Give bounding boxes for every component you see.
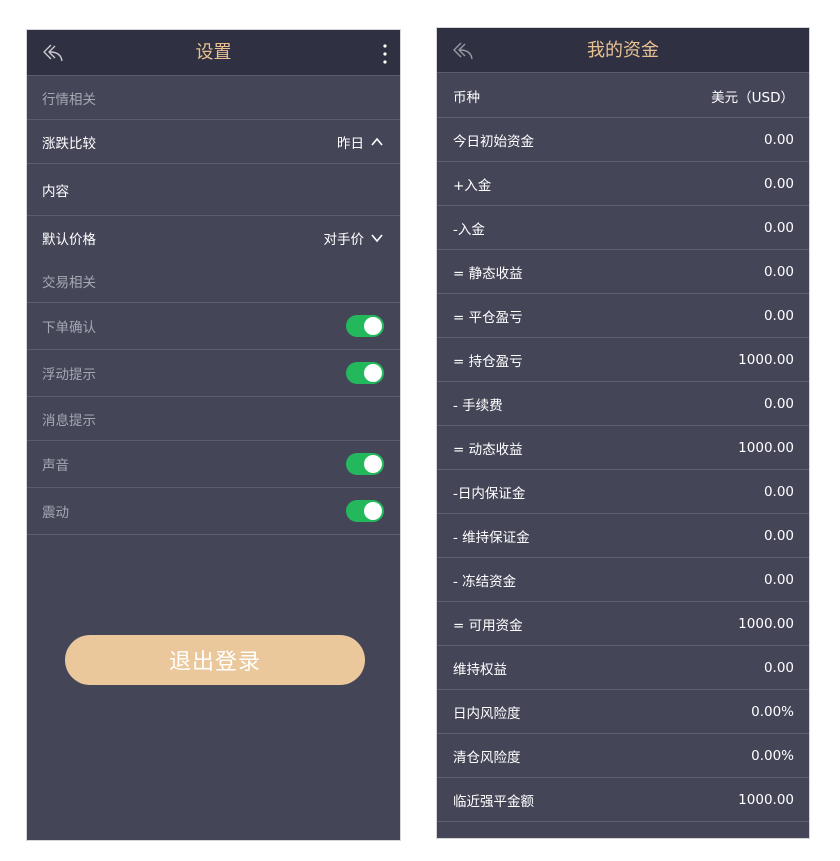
order-confirm-row: 下单确认 bbox=[27, 303, 400, 350]
fund-label: -入金 bbox=[453, 222, 485, 238]
fund-value: 0.00 bbox=[763, 132, 794, 148]
funds-header: 我的资金 bbox=[437, 28, 809, 73]
fund-value: 0.00% bbox=[751, 748, 794, 764]
list-item: 今日初始资金 0.00 bbox=[437, 118, 809, 162]
toggle-knob bbox=[364, 502, 382, 520]
chevron-down-icon[interactable] bbox=[370, 231, 384, 245]
list-item: 清仓风险度 0.00% bbox=[437, 734, 809, 778]
toggle-knob bbox=[364, 455, 382, 473]
list-item: 日内风险度 0.00% bbox=[437, 690, 809, 734]
fund-value: 1000.00 bbox=[738, 792, 794, 808]
fund-value: 0.00 bbox=[763, 528, 794, 544]
fund-value: 0.00 bbox=[763, 176, 794, 192]
fund-label: - 手续费 bbox=[453, 398, 503, 414]
fund-value: 0.00 bbox=[763, 484, 794, 500]
sound-label: 声音 bbox=[42, 458, 69, 474]
fund-label: 维持权益 bbox=[453, 662, 507, 678]
list-item: -入金 0.00 bbox=[437, 206, 809, 250]
list-item: 临近强平金额 1000.00 bbox=[437, 778, 809, 822]
fund-label: 日内风险度 bbox=[453, 706, 521, 722]
order-confirm-toggle[interactable] bbox=[346, 315, 384, 337]
section-header-trade: 交易相关 bbox=[27, 260, 400, 303]
vibrate-label: 震动 bbox=[42, 505, 69, 521]
change-compare-value: 昨日 bbox=[337, 135, 364, 152]
change-compare-row[interactable]: 涨跌比较 昨日 bbox=[27, 120, 400, 164]
fund-value: 0.00 bbox=[763, 396, 794, 412]
change-compare-label: 涨跌比较 bbox=[42, 135, 96, 152]
fund-value: 1000.00 bbox=[738, 616, 794, 632]
fund-label: = 持仓盈亏 bbox=[453, 354, 523, 370]
toggle-knob bbox=[364, 317, 382, 335]
fund-label: -日内保证金 bbox=[453, 486, 526, 502]
list-item: - 手续费 0.00 bbox=[437, 382, 809, 426]
list-item: = 平仓盈亏 0.00 bbox=[437, 294, 809, 338]
section-title: 交易相关 bbox=[42, 275, 96, 291]
fund-label: 清仓风险度 bbox=[453, 750, 521, 766]
vibrate-row: 震动 bbox=[27, 488, 400, 535]
sound-row: 声音 bbox=[27, 441, 400, 488]
fund-label: = 静态收益 bbox=[453, 266, 523, 282]
fund-label: +入金 bbox=[453, 178, 492, 194]
list-item: = 可用资金 1000.00 bbox=[437, 602, 809, 646]
fund-label: = 平仓盈亏 bbox=[453, 310, 523, 326]
fund-value: 0.00% bbox=[751, 704, 794, 720]
more-vertical-icon[interactable] bbox=[382, 42, 388, 66]
fund-label: 今日初始资金 bbox=[453, 134, 534, 150]
list-item: = 动态收益 1000.00 bbox=[437, 426, 809, 470]
fund-value: 1000.00 bbox=[738, 352, 794, 368]
fund-value: 0.00 bbox=[763, 572, 794, 588]
settings-screen: 设置 行情相关 涨跌比较 昨日 内容 默认价格 对手价 交易相关 下单确认 浮动… bbox=[26, 29, 401, 841]
fund-label: - 冻结资金 bbox=[453, 574, 517, 590]
toggle-knob bbox=[364, 364, 382, 382]
funds-screen: 我的资金 币种 美元（USD） 今日初始资金 0.00 +入金 0.00 -入金… bbox=[436, 27, 810, 839]
fund-label: 临近强平金额 bbox=[453, 794, 534, 810]
content-row: 内容 bbox=[27, 164, 400, 216]
list-item: 维持权益 0.00 bbox=[437, 646, 809, 690]
fund-value: 0.00 bbox=[763, 220, 794, 236]
page-title: 设置 bbox=[195, 42, 232, 63]
fund-value: 0.00 bbox=[763, 308, 794, 324]
sound-toggle[interactable] bbox=[346, 453, 384, 475]
settings-header: 设置 bbox=[27, 30, 400, 76]
section-title: 消息提示 bbox=[42, 412, 96, 429]
default-price-label: 默认价格 bbox=[42, 232, 96, 248]
list-item: - 冻结资金 0.00 bbox=[437, 558, 809, 602]
list-item: = 静态收益 0.00 bbox=[437, 250, 809, 294]
fund-value: 0.00 bbox=[763, 264, 794, 280]
list-item: = 持仓盈亏 1000.00 bbox=[437, 338, 809, 382]
fund-label: = 动态收益 bbox=[453, 442, 523, 458]
float-hint-row: 浮动提示 bbox=[27, 350, 400, 397]
section-header-market: 行情相关 bbox=[27, 76, 400, 120]
content-label: 内容 bbox=[42, 183, 69, 200]
order-confirm-label: 下单确认 bbox=[42, 320, 96, 336]
fund-label: 币种 bbox=[453, 90, 480, 106]
fund-label: - 维持保证金 bbox=[453, 530, 530, 546]
fund-label: = 可用资金 bbox=[453, 618, 523, 634]
default-price-row[interactable]: 默认价格 对手价 bbox=[27, 216, 400, 260]
list-item: 币种 美元（USD） bbox=[437, 74, 809, 118]
page-title: 我的资金 bbox=[587, 40, 659, 61]
section-title: 行情相关 bbox=[42, 91, 96, 108]
vibrate-toggle[interactable] bbox=[346, 500, 384, 522]
list-item: - 维持保证金 0.00 bbox=[437, 514, 809, 558]
fund-value: 1000.00 bbox=[738, 440, 794, 456]
logout-button[interactable]: 退出登录 bbox=[65, 635, 365, 685]
list-item: -日内保证金 0.00 bbox=[437, 470, 809, 514]
section-header-message: 消息提示 bbox=[27, 397, 400, 441]
default-price-value: 对手价 bbox=[323, 232, 365, 248]
float-hint-toggle[interactable] bbox=[346, 362, 384, 384]
chevron-up-icon[interactable] bbox=[370, 135, 384, 149]
fund-value: 美元（USD） bbox=[711, 90, 794, 106]
float-hint-label: 浮动提示 bbox=[42, 367, 96, 383]
fund-value: 0.00 bbox=[763, 660, 794, 676]
list-item: +入金 0.00 bbox=[437, 162, 809, 206]
